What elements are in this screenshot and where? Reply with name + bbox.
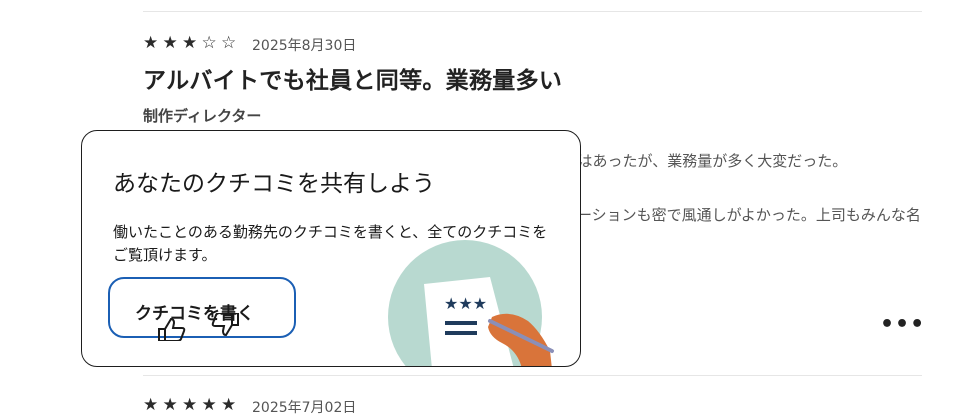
star-filled-icon: ★ bbox=[182, 395, 198, 415]
star-filled-icon: ★ bbox=[162, 395, 178, 415]
review-date: 2025年8月30日 bbox=[252, 38, 357, 54]
review-divider bbox=[143, 375, 922, 376]
star-filled-icon: ★ bbox=[143, 33, 159, 53]
star-icon: ★★★ bbox=[444, 294, 487, 313]
job-title: 制作ディレクター bbox=[143, 107, 262, 125]
star-filled-icon: ★ bbox=[201, 395, 217, 415]
star-filled-icon: ★ bbox=[182, 33, 198, 53]
star-filled-icon: ★ bbox=[221, 395, 237, 415]
review-date-2: 2025年7月02日 bbox=[252, 400, 357, 416]
star-filled-icon: ★ bbox=[162, 33, 178, 53]
top-divider bbox=[143, 11, 922, 12]
review-illustration: ★★★ bbox=[388, 240, 554, 366]
ellipsis-icon[interactable]: ••• bbox=[880, 314, 925, 336]
star-empty-icon: ☆ bbox=[201, 33, 217, 53]
star-filled-icon: ★ bbox=[143, 395, 159, 415]
review-rating-stars-2: ★ ★ ★ ★ ★ bbox=[143, 397, 241, 414]
write-review-button[interactable]: クチコミを書く bbox=[108, 277, 296, 341]
share-review-card: あなたのクチコミを共有しよう 働いたことのある勤務先のクチコミを書くと、全てのク… bbox=[81, 130, 581, 367]
review-rating-stars: ★ ★ ★ ☆ ☆ bbox=[143, 35, 241, 52]
share-heading: あなたのクチコミを共有しよう bbox=[113, 171, 435, 197]
star-empty-icon: ☆ bbox=[221, 33, 237, 53]
review-title: アルバイトでも社員と同等。業務量多い bbox=[143, 68, 563, 94]
write-review-label: クチコミを書く bbox=[135, 304, 254, 324]
